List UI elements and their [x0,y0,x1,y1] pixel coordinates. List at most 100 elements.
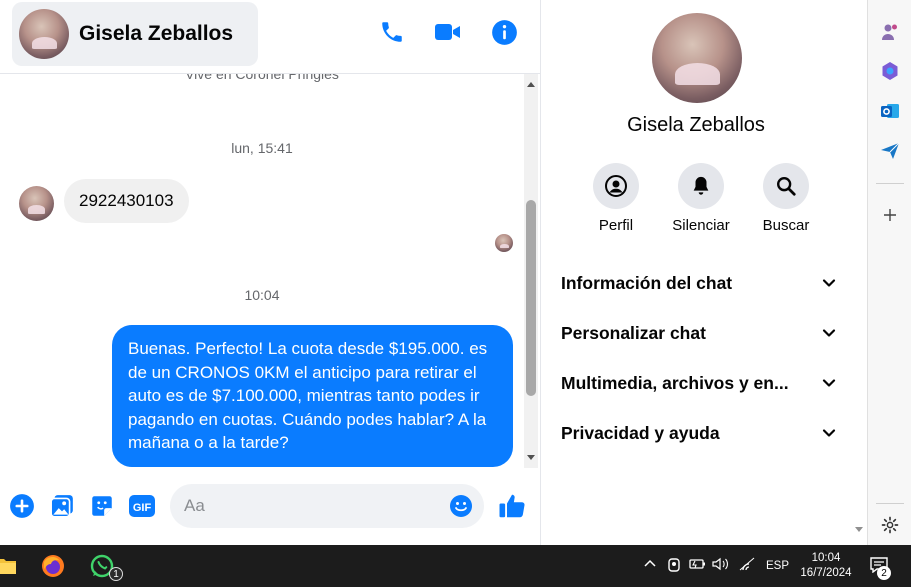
battery-icon [689,559,705,569]
image-icon [50,495,73,518]
speaker-icon [712,557,728,571]
chevron-down-icon [822,379,836,387]
volume-button[interactable] [712,557,730,574]
sidebar-divider [876,183,904,184]
phone-call-button[interactable] [378,18,406,46]
wifi-icon [739,557,755,571]
gif-button[interactable]: GIF [128,492,156,520]
contact-header-button[interactable]: Gisela Zeballos [12,2,258,66]
section-label: Privacidad y ayuda [561,422,720,443]
read-receipt-avatar [495,234,513,252]
sidebar-people-button[interactable] [880,22,900,42]
sidebar-add-button[interactable] [880,205,900,225]
timestamp: 10:04 [244,287,280,303]
profile-name: Gisela Zeballos [627,114,765,136]
message-list: Vive en Coronel Pringles lun, 15:41 2922… [0,74,524,468]
scroll-up-arrow-icon[interactable] [527,82,535,87]
thumbs-up-icon [499,494,525,518]
mute-action[interactable]: Silenciar [666,163,736,234]
people-icon [882,24,897,40]
video-camera-icon [435,24,460,40]
clock-time: 10:04 [811,552,841,564]
chevron-down-icon [822,279,836,287]
outgoing-message[interactable]: Buenas. Perfecto! La cuota desde $195.00… [112,325,513,467]
section-media-files[interactable]: Multimedia, archivos y en... [561,368,837,398]
show-hidden-icons-button[interactable] [643,557,657,574]
plus-circle-icon [10,494,34,518]
browser-sidebar [867,0,911,545]
clock[interactable]: 10:04 16/7/2024 [796,551,856,581]
search-action[interactable]: Buscar [751,163,821,234]
outlook-icon [881,104,899,118]
message-input[interactable] [170,484,484,528]
gif-icon: GIF [129,495,155,517]
chat-scrollbar[interactable] [524,74,538,468]
scroll-thumb[interactable] [526,200,536,396]
section-label: Personalizar chat [561,322,706,343]
search-label: Buscar [762,217,810,234]
battery-indicator[interactable] [689,557,707,574]
taskbar: 1 ESP 10:04 16/7/2024 2 [0,545,911,587]
bell-icon [693,176,709,195]
sidebar-divider [876,503,904,504]
panel-scroll-down-icon[interactable] [855,527,863,532]
more-actions-button[interactable] [8,492,36,520]
header-actions [378,18,518,46]
section-customize-chat[interactable]: Personalizar chat [561,318,837,348]
profile-icon [605,175,627,197]
mute-button[interactable] [678,163,724,209]
gif-label: GIF [133,502,152,514]
conversation-info-panel: Gisela Zeballos Perfil Silenciar Buscar [540,0,867,545]
profile-actions: Perfil Silenciar Buscar [581,163,821,234]
emoji-button[interactable] [449,494,473,518]
file-explorer-button[interactable] [0,554,18,578]
firefox-icon [42,555,64,577]
profile-action[interactable]: Perfil [581,163,651,234]
info-icon [491,19,517,45]
chevron-up-icon [644,559,656,567]
profile-avatar[interactable] [652,13,742,103]
language-indicator[interactable]: ESP [766,560,789,572]
contact-avatar [19,9,69,59]
section-privacy-help[interactable]: Privacidad y ayuda [561,418,837,448]
clock-date: 16/7/2024 [800,567,852,579]
copilot-icon [882,62,898,80]
scroll-down-arrow-icon[interactable] [527,455,535,460]
profile-button[interactable] [593,163,639,209]
notification-badge: 2 [877,566,891,580]
screen: Gisela Zeballos Vive en Coronel Pringles… [0,0,911,587]
video-call-button[interactable] [434,18,462,46]
contact-name: Gisela Zeballos [79,22,234,45]
sidebar-outlook-button[interactable] [880,101,900,121]
sticker-button[interactable] [88,492,116,520]
meet-now-button[interactable] [667,557,681,576]
phone-icon [382,22,402,42]
folder-icon [0,559,16,574]
sidebar-send-button[interactable] [880,141,900,161]
whatsapp-badge: 1 [109,567,123,581]
composer: GIF [0,470,540,545]
camera-tray-icon [668,558,680,572]
profile-label: Perfil [598,217,634,234]
search-button[interactable] [763,163,809,209]
sidebar-settings-button[interactable] [880,515,900,535]
search-icon [777,177,796,196]
paper-plane-icon [881,142,900,159]
sticker-icon [92,496,112,516]
firefox-button[interactable] [41,554,65,578]
sidebar-copilot-button[interactable] [880,61,900,81]
section-chat-info[interactable]: Información del chat [561,268,837,298]
section-label: Multimedia, archivos y en... [561,372,789,393]
chevron-down-icon [822,429,836,437]
incoming-message[interactable]: 2922430103 [64,179,189,223]
timestamp: lun, 15:41 [231,140,293,156]
attach-photo-button[interactable] [48,492,76,520]
network-button[interactable] [739,557,757,574]
smiley-icon [450,495,472,517]
conversation-info-button[interactable] [490,18,518,46]
profile-subtitle: Vive en Coronel Pringles [185,74,339,82]
chevron-down-icon [822,329,836,337]
like-button[interactable] [497,491,527,521]
plus-icon [884,209,896,221]
section-label: Información del chat [561,272,733,293]
